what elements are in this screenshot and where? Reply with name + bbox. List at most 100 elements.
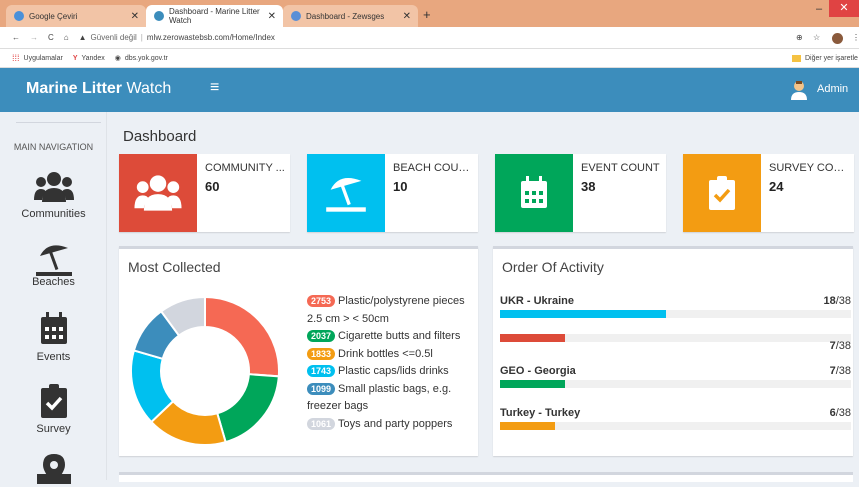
activity-count: 18/38 [823,295,851,309]
sidebar-item-survey[interactable]: Survey [0,384,107,435]
activity-progress-group: 7/38 [500,333,851,354]
sidebar-item-communities[interactable]: Communities [0,170,107,220]
calendar-icon [521,176,547,208]
activity-row-header: UKR - Ukraine 18/38 [500,295,851,309]
count-badge: 2753 [307,295,336,307]
google-translate-icon [14,11,24,21]
legend-item: 1743 Plastic caps/lids drinks [307,363,479,381]
apps-icon[interactable]: ⁞⁞⁞ [12,53,20,63]
security-label: Güvenli değil [90,33,137,42]
legend-label: Drink bottles <=0.5l [338,347,433,360]
user-avatar-icon[interactable] [790,80,808,100]
close-window-button[interactable]: ✕ [829,0,859,17]
most-collected-donut-chart [130,295,280,446]
sidebar-item-events[interactable]: Events [0,312,107,363]
info-box-beach: BEACH COUNT 10 [307,154,478,232]
address-bar-row: ← → C ⌂ ▲ Güvenli değil | mlw.zerowasteb… [0,27,859,49]
sidebar-divider [16,122,101,123]
brand-logo[interactable]: Marine Litter Watch [26,80,171,98]
yandex-icon: Y [72,54,78,62]
activity-row-header: GEO - Georgia 7/38 [500,365,851,379]
activity-count-total: /38 [835,295,851,307]
url-text[interactable]: mlw.zerowastebsb.com/Home/Index [147,33,275,42]
info-box-label: COMMUNITY ... [205,162,285,174]
activity-count-total: /38 [835,340,851,352]
tab-marine-litter-watch[interactable]: Dashboard - Marine Litter Watch ✕ [146,5,283,27]
sidebar-heading: MAIN NAVIGATION [13,142,94,152]
info-box-label: EVENT COUNT [581,162,660,174]
info-box-label: BEACH COUNT [393,162,473,174]
close-tab-icon[interactable]: ✕ [403,11,411,22]
tab-google-ceviri[interactable]: Google Çeviri ✕ [6,5,146,27]
reload-icon[interactable]: C [48,33,54,42]
progress-fill [500,310,667,318]
dashboard-icon [291,11,301,21]
count-badge: 2037 [307,330,336,342]
url-separator: | [140,33,143,42]
donut-slice[interactable] [216,373,280,444]
sidebar-item-map[interactable] [0,454,107,487]
sidebar-item-beaches[interactable]: Beaches [0,240,107,288]
back-icon[interactable]: ← [12,33,20,42]
tab-title: Dashboard - Marine Litter Watch [169,7,260,25]
users-icon [134,175,182,211]
new-tab-button[interactable]: + [423,7,431,22]
profile-avatar[interactable] [832,33,843,44]
legend-label: Plastic caps/lids drinks [338,365,449,377]
tab-title: Dashboard - Zewsges [306,11,385,21]
warning-icon: ▲ [78,33,87,42]
next-panel-edge [119,472,853,482]
activity-count-total: /38 [835,365,851,377]
bookmark-other[interactable]: Diğer yer işaretle [805,55,858,62]
bookmark-yandex[interactable]: Yandex [81,55,104,62]
bookmarks-bar: ⁞⁞⁞ Uygulamalar Y Yandex ◉ dbs.yok.gov.t… [0,49,859,68]
zoom-icon[interactable]: ⊕ [796,33,803,42]
page-title: Dashboard [123,128,197,145]
umbrella-beach-icon [35,245,72,276]
user-name[interactable]: Admin [817,83,848,95]
folder-icon [792,55,801,62]
brand-light: Watch [122,80,172,97]
info-box-icon-bg [495,154,573,232]
count-badge: 1099 [307,382,336,395]
activity-count-total: /38 [835,407,851,419]
umbrella-beach-icon [326,177,366,212]
activity-row-header: Turkey - Turkey 6/38 [500,407,851,421]
forward-icon[interactable]: → [30,33,38,42]
order-of-activity-panel: Order Of Activity UKR - Ukraine 18/38 7/38… [493,246,853,456]
legend-item: 2753 Plastic/polystyrene pieces 2.5 cm > … [307,293,479,328]
sidebar-item-label: Communities [21,208,86,220]
sidebar-item-label: Survey [36,423,71,435]
info-box-survey: SURVEY COUNT 24 [683,154,854,232]
home-icon[interactable]: ⌂ [64,33,69,42]
activity-name: UKR - Ukraine [500,295,574,307]
activity-count: 7/38 [830,365,851,379]
sidebar: MAIN NAVIGATION Communities Beaches Even… [0,112,107,484]
activity-count: 6/38 [830,407,851,421]
info-box-value: 38 [581,179,596,194]
tab-zewsges[interactable]: Dashboard - Zewsges ✕ [283,5,418,27]
sidebar-item-label: Events [36,351,71,363]
activity-progress-group: UKR - Ukraine 18/38 [500,295,851,318]
menu-icon[interactable]: ⋮ [852,33,859,42]
minimize-button[interactable]: – [816,3,822,15]
info-box-value: 24 [769,179,784,194]
close-tab-icon[interactable]: ✕ [131,11,139,22]
info-box-label: SURVEY COUNT [769,162,849,174]
legend-item: 1833 Drink bottles <=0.5l [307,346,479,364]
donut-slice[interactable] [204,295,280,378]
globe-icon [154,11,164,21]
bookmark-dbs[interactable]: dbs.yok.gov.tr [125,55,168,62]
progress-track [500,422,851,430]
legend-item: 1061 Toys and party poppers [307,416,479,434]
most-collected-panel: Most Collected 2753 Plastic/polystyrene p… [119,246,478,456]
progress-track [500,380,851,388]
bookmark-apps[interactable]: Uygulamalar [24,55,63,62]
progress-track [500,310,851,318]
legend-item: 1099 Small plastic bags, e.g. freezer bag… [307,381,479,416]
star-icon[interactable]: ☆ [813,33,820,42]
sidebar-item-label: Beaches [32,276,75,288]
hamburger-menu-icon[interactable]: ≡ [210,79,219,97]
browser-tab-bar: Google Çeviri ✕ Dashboard - Marine Litte… [0,0,859,27]
close-tab-icon[interactable]: ✕ [268,11,276,22]
